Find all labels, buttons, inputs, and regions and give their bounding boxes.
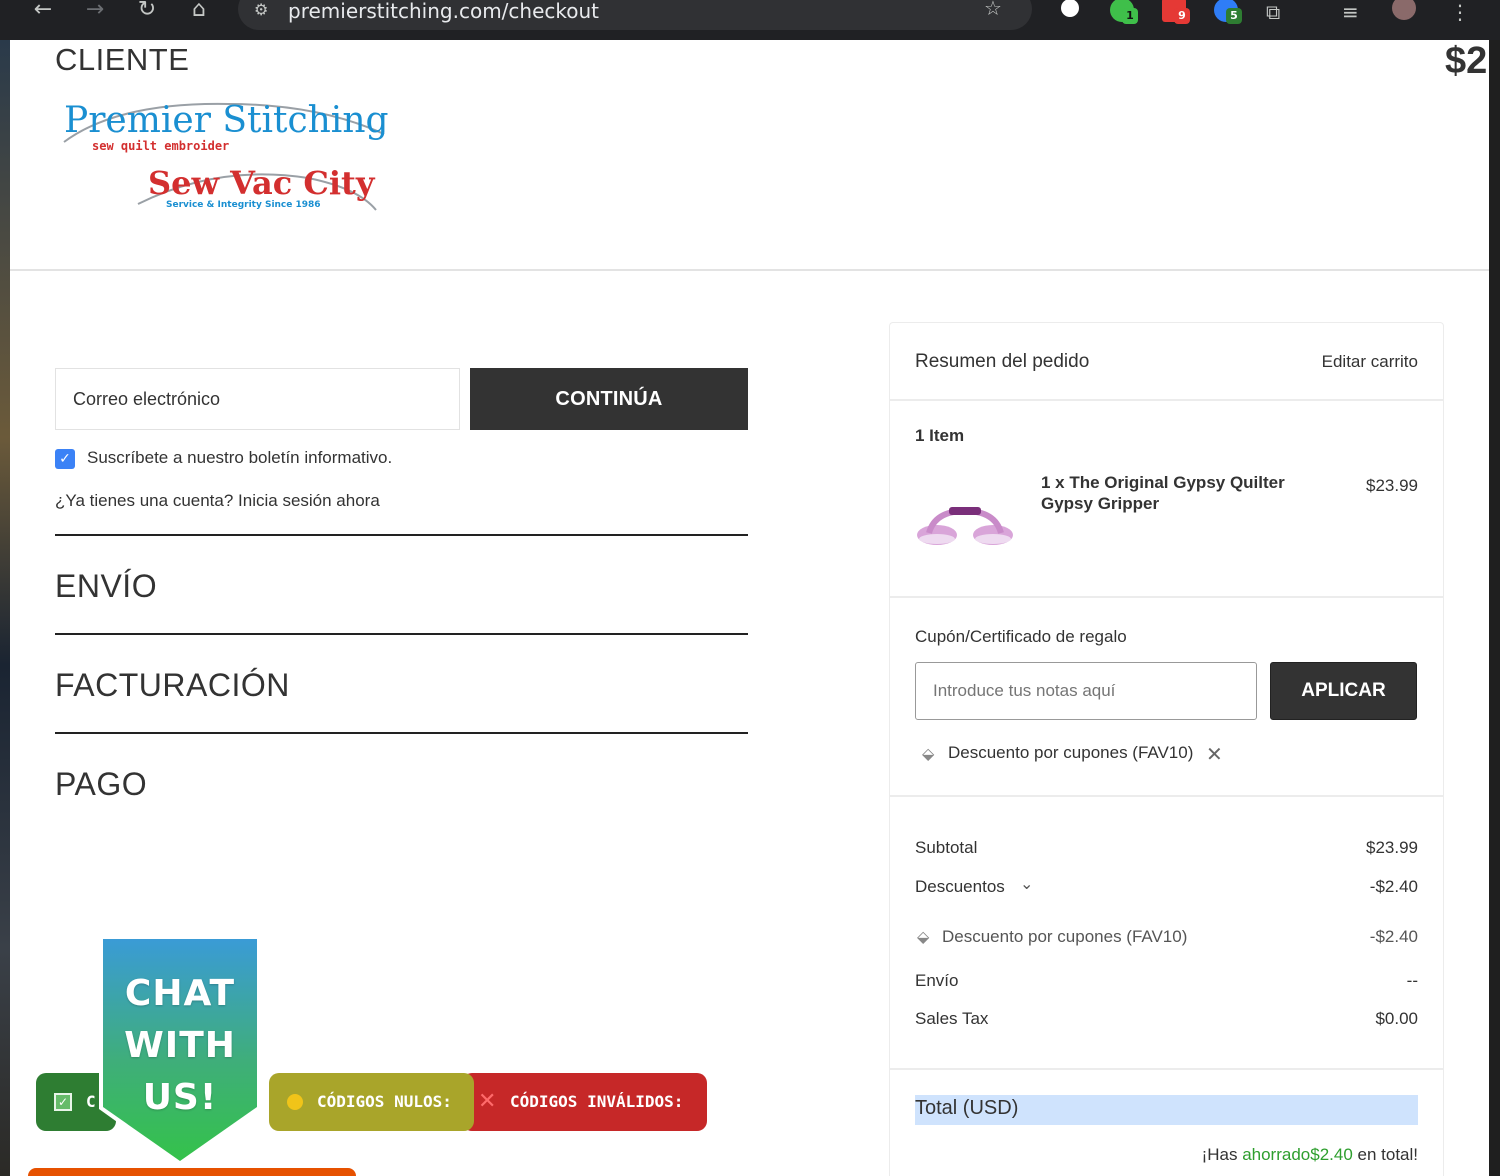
summary-divider [890, 399, 1443, 401]
chat-line: WITH [124, 1025, 236, 1066]
check-icon: ✓ [54, 1093, 72, 1111]
null-codes-pill[interactable]: CÓDIGOS NULOS: [269, 1073, 474, 1131]
step-payment: PAGO [55, 766, 148, 802]
browser-toolbar: ← → ↻ ⌂ ⚙ premierstitching.com/checkout … [0, 0, 1500, 40]
back-icon[interactable]: ← [28, 0, 58, 22]
edit-cart-link[interactable]: Editar carrito [1322, 352, 1418, 372]
total-label: Total (USD) [915, 1097, 1019, 1119]
items-count: 1 Item [915, 426, 965, 445]
subtotal-value: $23.99 [1366, 838, 1418, 857]
product-image [917, 507, 1013, 545]
bookmark-star-icon[interactable]: ☆ [984, 0, 1002, 20]
shipping-label: Envío [915, 971, 959, 990]
discounts-value: -$2.40 [1369, 877, 1418, 896]
coupon-discount-value: -$2.40 [1369, 927, 1418, 946]
extensions-puzzle-icon[interactable]: ⧉ [1266, 0, 1280, 24]
product-price: $23.99 [1366, 476, 1418, 495]
page-header-label: CLIENTE [55, 42, 190, 77]
sales-tax-value: $0.00 [1375, 1009, 1418, 1028]
home-icon[interactable]: ⌂ [184, 0, 214, 22]
reload-icon[interactable]: ↻ [132, 0, 162, 22]
media-controls-icon[interactable]: ≡ [1342, 0, 1359, 24]
logo-tagline-text: sew quilt embroider [92, 139, 229, 153]
logo-sew-vac-city-text: Sew Vac City [148, 164, 376, 202]
continue-button[interactable]: CONTINÚA [470, 368, 748, 430]
savings-prefix: ¡Has [1201, 1145, 1243, 1164]
product-name: 1 x The Original Gypsy Quilter Gypsy Gri… [1041, 473, 1285, 513]
chat-line: CHAT [124, 973, 236, 1014]
tag-icon: ⬙ [917, 927, 930, 946]
summary-divider [890, 596, 1443, 598]
coupon-input[interactable]: Introduce tus notas aquí [915, 662, 1257, 720]
sign-in-link[interactable]: ¿Ya tienes una cuenta? Inicia sesión aho… [55, 491, 380, 511]
background-window-edge [0, 40, 10, 1176]
savings-message: ¡Has ahorrado$2.40 en total! [1202, 1145, 1418, 1165]
chat-with-us-text[interactable]: CHAT WITH US! [97, 968, 263, 1124]
logo-premier-stitching-text: Premier Stitching [64, 100, 388, 141]
promo-bar[interactable] [28, 1168, 356, 1176]
discounts-toggle[interactable]: Descuentos [915, 877, 1005, 897]
header-cart-total: $21. [1445, 40, 1489, 82]
apply-coupon-button[interactable]: APLICAR [1270, 662, 1417, 720]
remove-coupon-icon[interactable]: ✕ [1206, 742, 1223, 766]
x-icon: ✕ [478, 1089, 497, 1114]
invalid-codes-pill[interactable]: ✕ CÓDIGOS INVÁLIDOS: [462, 1073, 707, 1131]
order-summary-title: Resumen del pedido [915, 351, 1090, 372]
subtotal-label: Subtotal [915, 838, 978, 857]
forward-icon[interactable]: → [80, 0, 110, 22]
header-divider [10, 269, 1489, 271]
logo-since-text: Service & Integrity Since 1986 [166, 200, 321, 210]
step-divider [55, 534, 748, 536]
tag-icon: ⬙ [922, 744, 935, 763]
step-divider [55, 732, 748, 734]
sales-tax-label: Sales Tax [915, 1009, 989, 1028]
red-extension-badge: 9 [1174, 8, 1190, 24]
coupon-discount-label: Descuento por cupones (FAV10) [942, 927, 1188, 946]
savings-suffix: en total! [1352, 1145, 1419, 1164]
checkout-page: CLIENTE $21. Premier Stitching sew quilt… [10, 40, 1489, 1176]
site-settings-icon[interactable]: ⚙ [254, 0, 268, 19]
chevron-down-icon[interactable]: ⌄ [1020, 874, 1033, 893]
w-extension-icon[interactable] [1058, 0, 1082, 20]
profile-avatar[interactable] [1392, 0, 1416, 20]
store-logo[interactable]: Premier Stitching sew quilt embroider Se… [58, 92, 388, 222]
summary-divider [890, 795, 1443, 797]
shipping-value: -- [1406, 971, 1418, 990]
summary-divider [890, 1068, 1443, 1070]
newsletter-checkbox[interactable]: ✓ [55, 449, 75, 469]
applied-coupon-label: Descuento por cupones (FAV10) [948, 743, 1194, 762]
blue-extension-badge: 5 [1226, 8, 1242, 24]
null-codes-label: CÓDIGOS NULOS: [317, 1092, 452, 1111]
savings-amount: ahorrado$2.40 [1242, 1145, 1353, 1164]
invalid-codes-label: CÓDIGOS INVÁLIDOS: [510, 1092, 684, 1111]
address-bar[interactable]: ⚙ premierstitching.com/checkout ☆ [238, 0, 1032, 30]
menu-kebab-icon[interactable]: ⋮ [1450, 0, 1470, 24]
chat-line: US! [142, 1077, 218, 1118]
step-divider [55, 633, 748, 635]
step-shipping: ENVÍO [55, 568, 158, 604]
email-field[interactable]: Correo electrónico [55, 368, 460, 430]
order-summary: Resumen del pedido Editar carrito 1 Item… [889, 322, 1444, 1176]
newsletter-label: Suscríbete a nuestro boletín informativo… [87, 448, 393, 467]
coupon-label: Cupón/Certificado de regalo [915, 627, 1127, 646]
url-text[interactable]: premierstitching.com/checkout [288, 0, 599, 23]
step-billing: FACTURACIÓN [55, 667, 290, 703]
green-extension-badge: 1 [1122, 8, 1138, 24]
dot-icon [287, 1094, 303, 1110]
window-border [1489, 40, 1500, 1176]
